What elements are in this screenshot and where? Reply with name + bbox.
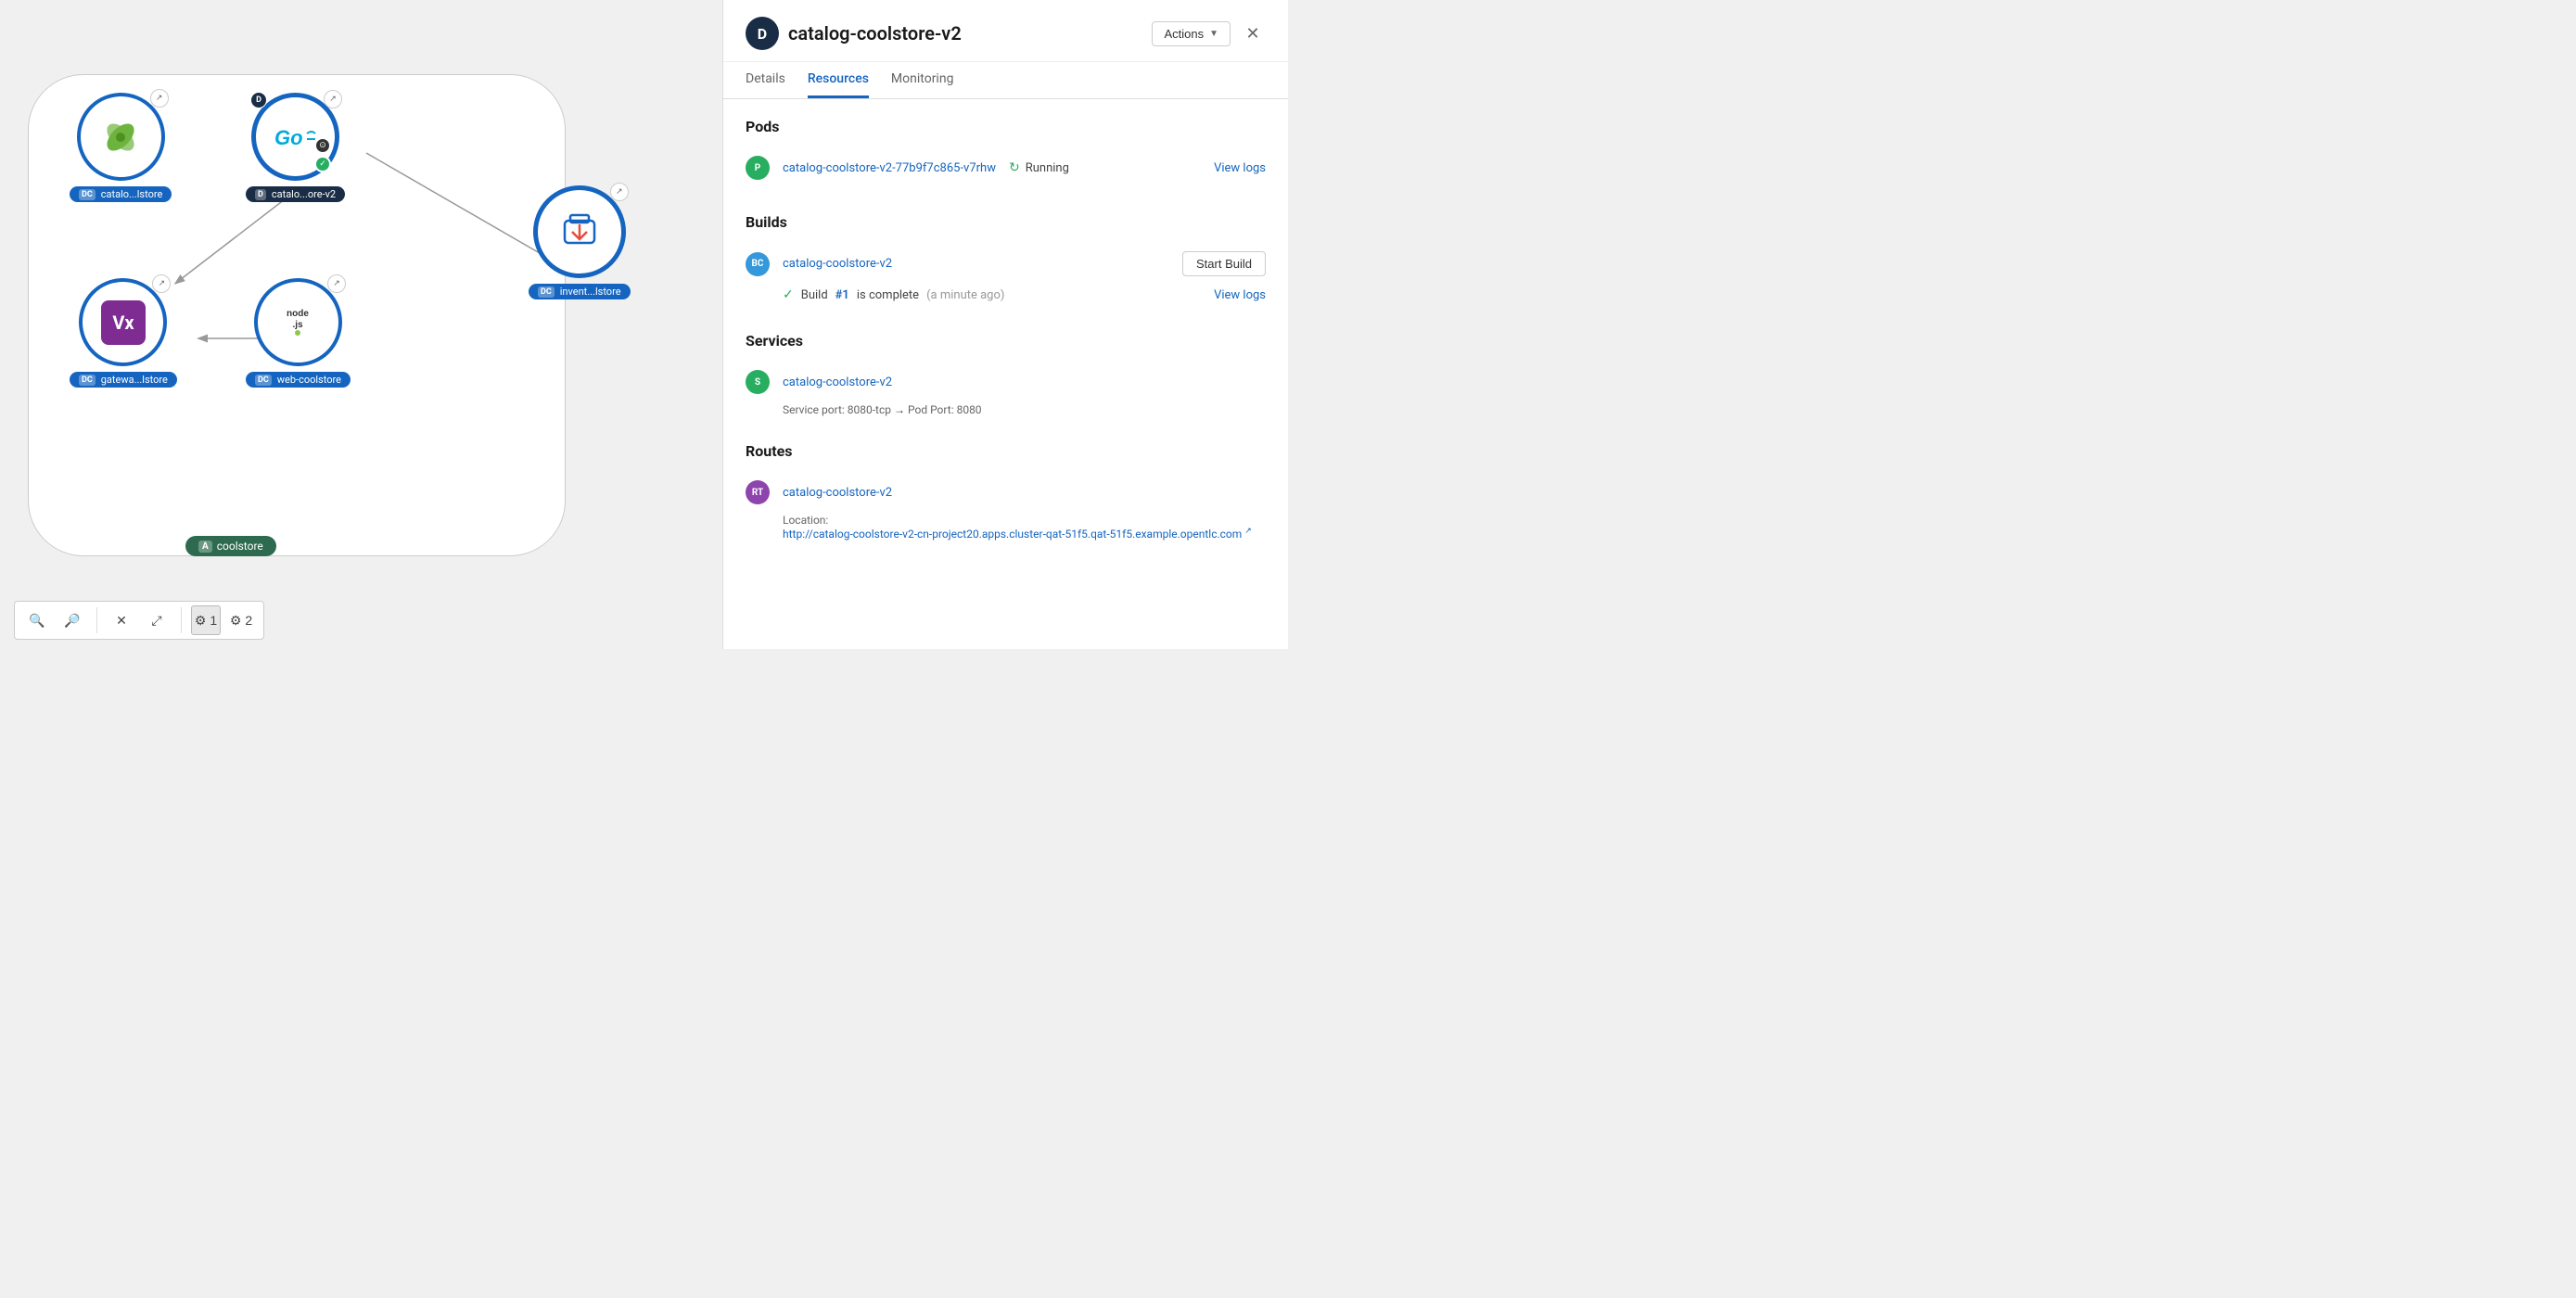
pod-link[interactable]: catalog-coolstore-v2-77b9f7c865-v7rhw	[783, 161, 996, 175]
external-link-vertx[interactable]: ↗	[152, 274, 171, 293]
go-icon: Go	[273, 122, 319, 152]
node-invent-label: DC invent...lstore	[529, 284, 631, 299]
title-row: D catalog-coolstore-v2	[746, 17, 962, 50]
start-build-button[interactable]: Start Build	[1182, 251, 1266, 276]
header-right: Actions ▼ ✕	[1152, 20, 1266, 46]
service-row: S catalog-coolstore-v2	[746, 363, 1266, 401]
topology-toolbar: 🔍 🔎 ✕ ⤢ ⚙ 1 ⚙ 2	[14, 601, 264, 640]
bc-icon: BC	[746, 252, 770, 276]
builds-section: Builds BC catalog-coolstore-v2 Start Bui…	[746, 213, 1266, 306]
external-link-invent[interactable]: ↗	[610, 183, 629, 201]
build-config-link[interactable]: catalog-coolstore-v2	[783, 257, 892, 271]
page-title: catalog-coolstore-v2	[788, 22, 962, 45]
filter2-button[interactable]: ⚙ 2	[226, 605, 256, 635]
svg-text:node: node	[287, 309, 310, 319]
go-status-badge: ✓	[314, 156, 331, 172]
vertx-icon: Vx	[101, 300, 146, 345]
topology-panel: ↗ DC catalo...lstore ↗ ✓ ⊙ D	[0, 0, 722, 649]
build-number[interactable]: #1	[835, 288, 849, 302]
pods-title: Pods	[746, 118, 1266, 135]
node-spring[interactable]: ↗ DC catalo...lstore	[70, 93, 172, 202]
go-github-badge: ⊙	[314, 137, 331, 154]
pod-view-logs[interactable]: View logs	[1214, 161, 1266, 175]
build-check-icon: ✓	[783, 287, 794, 302]
service-link[interactable]: catalog-coolstore-v2	[783, 375, 892, 389]
build-row: BC catalog-coolstore-v2 Start Build	[746, 244, 1266, 284]
external-link-nodejs[interactable]: ↗	[327, 274, 346, 293]
external-link-spring[interactable]: ↗	[150, 89, 169, 108]
routes-title: Routes	[746, 442, 1266, 460]
routes-section: Routes RT catalog-coolstore-v2 Location:…	[746, 442, 1266, 541]
pod-status: ↻ Running	[1009, 160, 1069, 175]
service-detail: Service port: 8080-tcp → Pod Port: 8080	[746, 403, 1266, 416]
node-go-label: D catalo...ore-v2	[246, 186, 345, 202]
route-link[interactable]: catalog-coolstore-v2	[783, 486, 892, 500]
node-invent[interactable]: ↗ DC invent...lstore	[529, 185, 631, 299]
close-button[interactable]: ✕	[1240, 20, 1266, 46]
expand-button[interactable]: ⤢	[142, 605, 172, 635]
running-icon: ↻	[1009, 160, 1020, 175]
build-info: ✓ Build #1 is complete (a minute ago) Vi…	[746, 284, 1266, 306]
app-label[interactable]: A coolstore	[185, 536, 276, 556]
external-link-go[interactable]: ↗	[324, 90, 342, 108]
node-vertx-label: DC gatewa...lstore	[70, 372, 177, 388]
tab-details[interactable]: Details	[746, 62, 785, 98]
zoom-out-button[interactable]: 🔎	[57, 605, 87, 635]
filter1-button[interactable]: ⚙ 1	[191, 605, 221, 635]
node-nodejs-label: DC web-coolstore	[246, 372, 351, 388]
fit-button[interactable]: ✕	[107, 605, 136, 635]
service-icon: S	[746, 370, 770, 394]
pod-row: P catalog-coolstore-v2-77b9f7c865-v7rhw …	[746, 148, 1266, 187]
external-link-icon: ↗	[1244, 527, 1252, 536]
detail-icon: D	[746, 17, 779, 50]
services-section: Services S catalog-coolstore-v2 Service …	[746, 332, 1266, 416]
build-view-logs[interactable]: View logs	[1214, 288, 1266, 302]
pod-icon: P	[746, 156, 770, 180]
tab-resources[interactable]: Resources	[808, 62, 869, 98]
route-url-link[interactable]: http://catalog-coolstore-v2-cn-project20…	[783, 528, 1242, 541]
detail-content: Pods P catalog-coolstore-v2-77b9f7c865-v…	[723, 99, 1288, 649]
detail-tabs: Details Resources Monitoring	[723, 62, 1288, 99]
detail-panel: D catalog-coolstore-v2 Actions ▼ ✕ Detai…	[722, 0, 1288, 649]
zoom-in-button[interactable]: 🔍	[22, 605, 52, 635]
go-d-badge: D	[250, 92, 267, 108]
actions-button[interactable]: Actions ▼	[1152, 21, 1231, 46]
node-nodejs[interactable]: ↗ node .js DC web-coolstore	[246, 278, 351, 388]
services-title: Services	[746, 332, 1266, 350]
detail-header: D catalog-coolstore-v2 Actions ▼ ✕	[723, 0, 1288, 62]
tab-monitoring[interactable]: Monitoring	[891, 62, 954, 98]
route-location: Location: http://catalog-coolstore-v2-cn…	[746, 514, 1266, 541]
node-vertx[interactable]: ↗ Vx DC gatewa...lstore	[70, 278, 177, 388]
node-spring-label: DC catalo...lstore	[70, 186, 172, 202]
nodejs-icon: node .js	[273, 296, 323, 349]
route-row: RT catalog-coolstore-v2	[746, 473, 1266, 512]
topology-canvas: ↗ DC catalo...lstore ↗ ✓ ⊙ D	[0, 0, 722, 649]
pods-section: Pods P catalog-coolstore-v2-77b9f7c865-v…	[746, 118, 1266, 187]
svg-text:Go: Go	[274, 126, 303, 149]
node-go[interactable]: ↗ ✓ ⊙ D Go D catalo...ore-v2	[246, 93, 345, 202]
route-icon: RT	[746, 480, 770, 504]
svg-text:.js: .js	[293, 320, 304, 330]
builds-title: Builds	[746, 213, 1266, 231]
chevron-down-icon: ▼	[1209, 29, 1218, 39]
